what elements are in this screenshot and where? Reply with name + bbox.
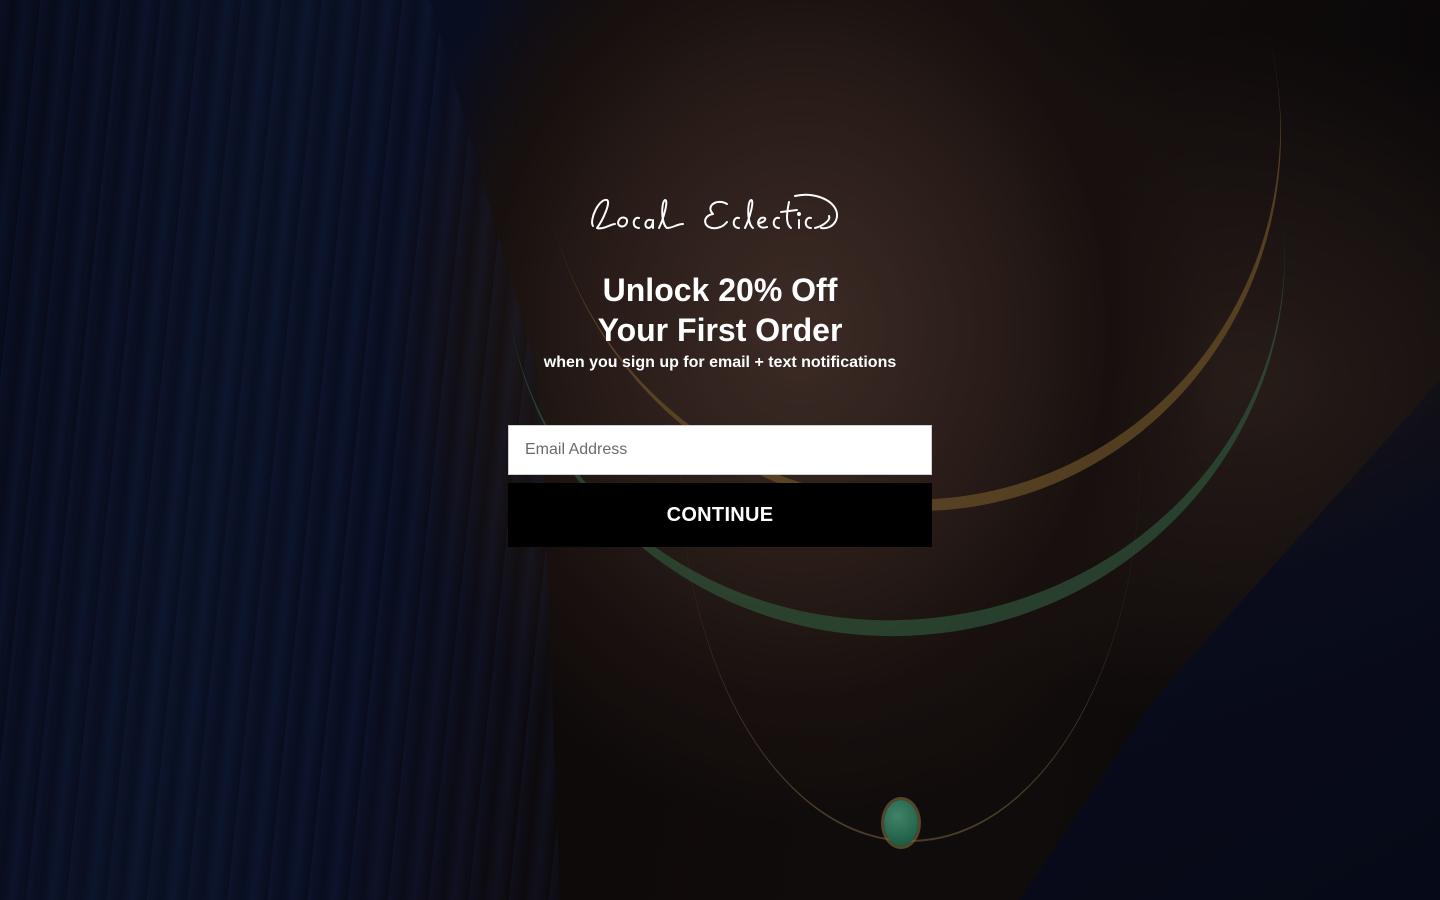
offer-headline-line1: Unlock 20% Off xyxy=(602,272,838,308)
email-field[interactable] xyxy=(508,425,932,475)
offer-headline-line2: Your First Order xyxy=(597,312,843,348)
signup-popup-page: Unlock 20% Off Your First Order when you… xyxy=(0,0,1440,900)
offer-headline: Unlock 20% Off Your First Order xyxy=(508,270,932,350)
signup-modal: Unlock 20% Off Your First Order when you… xyxy=(508,190,932,547)
offer-subline: when you sign up for email + text notifi… xyxy=(543,354,897,371)
brand-logo xyxy=(591,193,839,230)
continue-button[interactable]: CONTINUE xyxy=(508,483,932,547)
